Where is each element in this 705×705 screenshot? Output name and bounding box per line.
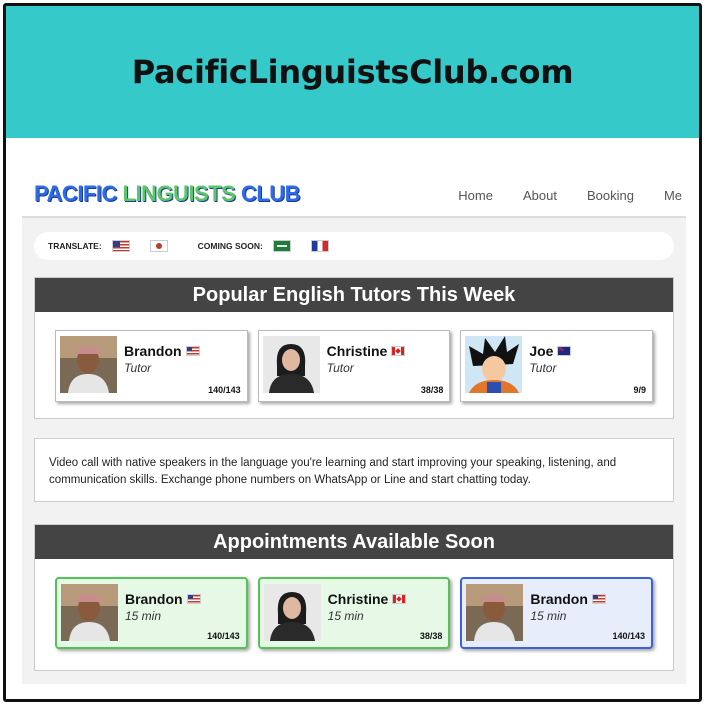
us-flag-icon[interactable] xyxy=(111,240,130,252)
rating-count: 38/38 xyxy=(419,631,443,641)
banner-title: PacificLinguistsClub.com xyxy=(131,53,574,91)
us-flag-icon xyxy=(185,346,200,356)
tutor-name: Christine xyxy=(327,343,406,359)
page-frame: PacificLinguistsClub.com PACIFIC LINGUIS… xyxy=(3,3,702,702)
tutor-role: Tutor xyxy=(326,361,354,375)
avatar xyxy=(262,336,320,393)
tutor-role: Tutor xyxy=(124,361,152,375)
us-flag-icon xyxy=(186,594,201,604)
ca-flag-icon xyxy=(391,346,406,356)
us-flag-icon xyxy=(591,594,606,604)
top-navbar: PACIFIC LINGUISTS CLUB Home About Bookin… xyxy=(22,174,686,218)
nav-menu: Home About Booking Me xyxy=(458,188,682,203)
rating-count: 140/143 xyxy=(208,385,241,395)
appointment-card-brandon[interactable]: Brandon 15 min 140/143 xyxy=(55,577,248,649)
nav-about[interactable]: About xyxy=(523,188,557,203)
logo-word-2: LINGUISTS xyxy=(122,181,236,206)
appointments-title: Appointments Available Soon xyxy=(35,525,673,559)
tutor-card-brandon[interactable]: Brandon Tutor 140/143 xyxy=(55,330,248,402)
ca-flag-icon xyxy=(392,594,407,604)
logo-word-1: PACIFIC xyxy=(34,181,117,206)
tutor-name: Joe xyxy=(529,343,572,359)
appointment-duration: 15 min xyxy=(125,609,162,623)
tutor-role: Tutor xyxy=(529,361,557,375)
coming-soon-label: COMING SOON: xyxy=(197,241,263,251)
rating-count: 38/38 xyxy=(420,385,444,395)
tutor-card-christine[interactable]: Christine Tutor 38/38 xyxy=(257,330,451,402)
tutor-name: Brandon xyxy=(124,343,200,359)
avatar xyxy=(465,336,523,393)
popular-tutors-panel: Popular English Tutors This Week Brandon… xyxy=(34,277,674,419)
jp-flag-icon[interactable] xyxy=(149,240,168,252)
translate-label: TRANSLATE: xyxy=(48,241,102,251)
rating-count: 140/143 xyxy=(612,631,646,641)
translate-bar: TRANSLATE: COMING SOON: xyxy=(34,232,674,260)
avatar xyxy=(61,584,118,641)
appointments-panel: Appointments Available Soon Brandon 15 m… xyxy=(34,524,674,671)
avatar xyxy=(466,584,524,641)
appointment-card-christine[interactable]: Christine 15 min 38/38 xyxy=(257,577,451,649)
appointment-duration: 15 min xyxy=(530,609,567,623)
au-flag-icon xyxy=(557,346,572,356)
site-screenshot: PACIFIC LINGUISTS CLUB Home About Bookin… xyxy=(22,174,686,684)
rating-count: 9/9 xyxy=(633,385,647,395)
nav-home[interactable]: Home xyxy=(458,188,493,203)
tutor-name: Brandon xyxy=(530,591,606,607)
tutor-name: Christine xyxy=(328,591,407,607)
nav-me[interactable]: Me xyxy=(664,188,682,203)
popular-tutors-title: Popular English Tutors This Week xyxy=(35,278,673,312)
rating-count: 140/143 xyxy=(207,631,240,641)
site-banner: PacificLinguistsClub.com xyxy=(6,6,699,138)
avatar xyxy=(263,584,321,641)
tutor-card-joe[interactable]: Joe Tutor 9/9 xyxy=(460,330,654,402)
sa-flag-icon xyxy=(272,240,291,252)
fr-flag-icon xyxy=(310,240,329,252)
nav-booking[interactable]: Booking xyxy=(587,188,634,203)
appointment-duration: 15 min xyxy=(327,609,364,623)
avatar xyxy=(60,336,117,393)
site-logo[interactable]: PACIFIC LINGUISTS CLUB xyxy=(34,181,301,207)
logo-word-3: CLUB xyxy=(240,181,301,206)
tutor-name: Brandon xyxy=(125,591,201,607)
appointment-card-brandon-2[interactable]: Brandon 15 min 140/143 xyxy=(460,577,654,649)
intro-description: Video call with native speakers in the l… xyxy=(34,438,674,502)
